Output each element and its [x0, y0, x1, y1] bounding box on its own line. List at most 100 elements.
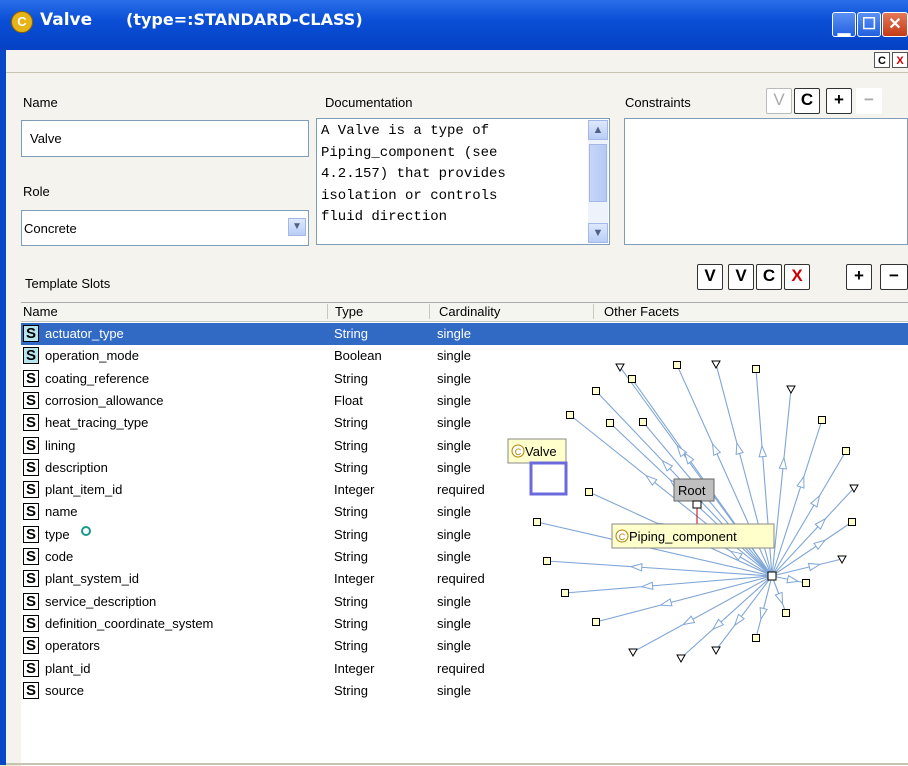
c-button[interactable]: C: [874, 52, 890, 68]
valve-selection-box[interactable]: [529, 461, 568, 496]
edge-arrow-icon: [659, 598, 673, 607]
piping-node-label: Piping_component: [629, 529, 737, 544]
remove-slot-button[interactable]: X: [784, 264, 810, 290]
graph-edge: [755, 575, 773, 639]
scroll-up-icon[interactable]: ▲: [588, 120, 608, 140]
slot-name: definition_coordinate_system: [45, 615, 214, 631]
slot-type: String: [334, 504, 368, 520]
edge-arrow-icon: [810, 494, 821, 508]
class-node-square-icon[interactable]: [818, 416, 826, 424]
column-name[interactable]: Name: [23, 304, 58, 319]
edge-arrow-icon: [796, 475, 805, 489]
slot-name: name: [45, 504, 78, 520]
slot-name: coating_reference: [45, 370, 150, 386]
class-node-square-icon[interactable]: [606, 419, 614, 427]
documentation-field[interactable]: A Valve is a type of Piping_component (s…: [316, 118, 610, 245]
left-frame: [0, 50, 6, 765]
class-icon: C: [11, 11, 33, 33]
slot-icon: S: [23, 681, 39, 699]
slot-type: String: [334, 549, 368, 564]
name-field[interactable]: Valve: [21, 120, 309, 157]
column-cardinality[interactable]: Cardinality: [439, 304, 500, 319]
slot-icon: S: [23, 414, 39, 432]
template-slots-label: Template Slots: [25, 276, 111, 291]
edge-arrow-icon: [774, 591, 784, 606]
class-node-square-icon[interactable]: [543, 557, 551, 565]
scroll-down-icon[interactable]: ▼: [588, 223, 608, 243]
view-slot-button[interactable]: V: [697, 264, 723, 290]
class-node-square-icon[interactable]: [752, 634, 760, 642]
class-node-square-icon[interactable]: [566, 411, 574, 419]
create-constraint-button[interactable]: C: [794, 88, 820, 114]
slot-name: operators: [45, 638, 100, 654]
close-button[interactable]: ✕: [882, 12, 908, 37]
slot-icon: S: [23, 548, 39, 565]
class-node-square-icon[interactable]: [802, 579, 810, 587]
slot-cardinality: single: [437, 437, 471, 453]
column-type[interactable]: Type: [335, 304, 363, 319]
maximize-button[interactable]: ☐: [857, 12, 881, 37]
valve-node-label: Valve: [525, 444, 557, 459]
slot-name: lining: [45, 437, 76, 453]
edge-arrow-icon: [683, 451, 695, 465]
slot-icon: S: [23, 570, 39, 588]
slot-cardinality: single: [437, 326, 471, 341]
class-node-square-icon[interactable]: [585, 488, 593, 496]
table-header: Name Type Cardinality Other Facets: [21, 303, 908, 322]
minimize-button[interactable]: ▁: [832, 12, 856, 37]
class-node-square-icon[interactable]: [752, 365, 760, 373]
edge-arrow-icon: [733, 613, 746, 627]
constraints-list[interactable]: [624, 118, 908, 245]
name-value: Valve: [30, 131, 62, 146]
slot-node-triangle-icon[interactable]: [676, 654, 686, 664]
hub-node[interactable]: [767, 571, 777, 581]
class-node-square-icon[interactable]: [842, 447, 850, 455]
role-select[interactable]: Concrete ▼: [21, 210, 309, 246]
slot-node-triangle-icon[interactable]: [786, 385, 796, 395]
delete-slot-button[interactable]: −: [880, 264, 908, 290]
slot-node-triangle-icon[interactable]: [628, 648, 638, 658]
add-slot-button[interactable]: +: [846, 264, 872, 290]
edge-arrow-icon: [759, 606, 768, 621]
class-node-square-icon[interactable]: [673, 361, 681, 369]
slot-icon: S: [23, 369, 39, 387]
slot-cardinality: single: [437, 348, 471, 364]
slot-icon: S: [23, 325, 39, 342]
slot-name: description: [45, 459, 108, 475]
slot-cardinality: single: [437, 526, 471, 542]
valve-class-letter: C: [515, 447, 522, 457]
class-node-square-icon[interactable]: [639, 418, 647, 426]
class-node-square-icon[interactable]: [533, 518, 541, 526]
documentation-text: A Valve is a type of Piping_component (s…: [321, 123, 506, 225]
slot-name: plant_item_id: [45, 482, 123, 498]
create-slot-button[interactable]: C: [756, 264, 782, 290]
class-node-square-icon[interactable]: [561, 589, 569, 597]
slot-name: code: [45, 549, 74, 564]
class-node-square-icon[interactable]: [628, 375, 636, 383]
view-constraint-button[interactable]: V: [766, 88, 792, 114]
slot-name: type: [45, 526, 70, 542]
remove-constraint-button[interactable]: −: [856, 88, 882, 114]
class-node-square-icon[interactable]: [592, 387, 600, 395]
table-row[interactable]: Ssource String single: [21, 680, 908, 702]
add-constraint-button[interactable]: +: [826, 88, 852, 114]
slot-type: Integer: [334, 571, 375, 587]
column-other-facets[interactable]: Other Facets: [604, 304, 679, 319]
role-label: Role: [23, 184, 50, 199]
x-button[interactable]: X: [892, 52, 908, 68]
doc-scrollbar[interactable]: ▲ ▼: [588, 120, 608, 243]
view-slot-at-class-button[interactable]: V: [728, 264, 754, 290]
edge-arrow-icon: [813, 539, 827, 551]
class-node-square-icon[interactable]: [782, 609, 790, 617]
slot-cardinality: required: [437, 571, 485, 587]
scroll-thumb[interactable]: [589, 144, 607, 202]
edge-arrow-icon: [640, 581, 654, 591]
slot-node-triangle-icon[interactable]: [711, 360, 721, 370]
slot-node-triangle-icon[interactable]: [711, 646, 721, 656]
chevron-down-icon[interactable]: ▼: [288, 218, 306, 236]
override-marker-icon: [81, 525, 91, 536]
slot-name: operation_mode: [45, 348, 139, 364]
class-node-square-icon[interactable]: [848, 518, 856, 526]
role-value: Concrete: [24, 221, 77, 236]
class-node-square-icon[interactable]: [592, 618, 600, 626]
